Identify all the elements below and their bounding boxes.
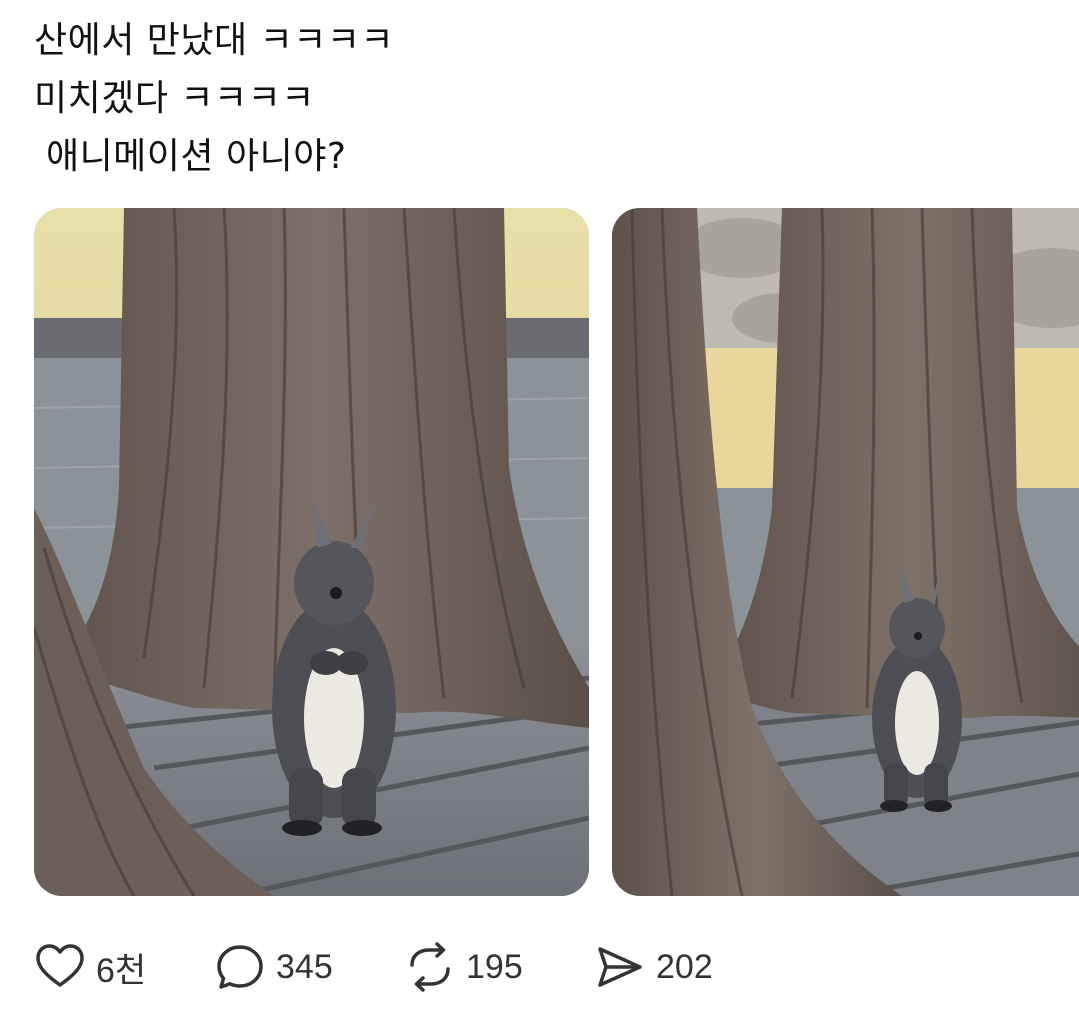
post-text-line-1: 산에서 만났대 ㅋㅋㅋㅋ: [34, 20, 395, 61]
repost-button[interactable]: 195: [404, 935, 523, 999]
post-text-line-2: 미치겠다 ㅋㅋㅋㅋ: [34, 78, 315, 119]
post-text: 산에서 만났대 ㅋㅋㅋㅋ 미치겠다 ㅋㅋㅋㅋ 애니메이션 아니야?: [34, 12, 1034, 186]
post-text-line-3: 애니메이션 아니야?: [34, 136, 347, 177]
repost-count: 195: [466, 947, 523, 986]
post-action-bar: 6천 345 195 202: [34, 935, 1034, 999]
reply-button[interactable]: 345: [214, 935, 333, 999]
like-button[interactable]: 6천: [34, 935, 146, 999]
media-carousel[interactable]: [34, 208, 1079, 898]
squirrel-photo-2[interactable]: [612, 208, 1079, 896]
squirrel-photo-1-graphic: [34, 208, 589, 896]
squirrel-photo-2-graphic: [612, 208, 1079, 896]
share-button[interactable]: 202: [594, 935, 713, 999]
heart-icon: [36, 944, 84, 987]
squirrel-photo-1[interactable]: [34, 208, 589, 896]
like-count: 6천: [96, 951, 147, 990]
share-count: 202: [656, 947, 713, 986]
repost-icon: [410, 942, 450, 992]
send-icon: [598, 947, 642, 987]
speech-bubble-icon: [217, 945, 263, 989]
reply-count: 345: [276, 947, 333, 986]
